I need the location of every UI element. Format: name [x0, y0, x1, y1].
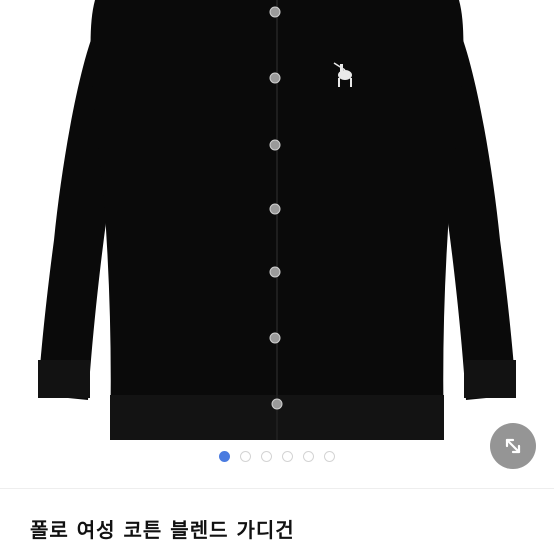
pagination-dot[interactable]	[282, 451, 293, 462]
pagination-dot[interactable]	[240, 451, 251, 462]
expand-image-button[interactable]	[490, 423, 536, 469]
pagination-dot[interactable]	[219, 451, 230, 462]
pagination-dot[interactable]	[303, 451, 314, 462]
product-title: 폴로 여성 코튼 블렌드 가디건	[30, 518, 295, 542]
gallery-pagination	[0, 451, 554, 462]
pagination-dot[interactable]	[324, 451, 335, 462]
product-image-gallery[interactable]	[0, 0, 554, 488]
divider	[0, 488, 554, 489]
expand-arrows-icon	[505, 438, 521, 454]
product-photo	[38, 0, 516, 440]
pagination-dot[interactable]	[261, 451, 272, 462]
